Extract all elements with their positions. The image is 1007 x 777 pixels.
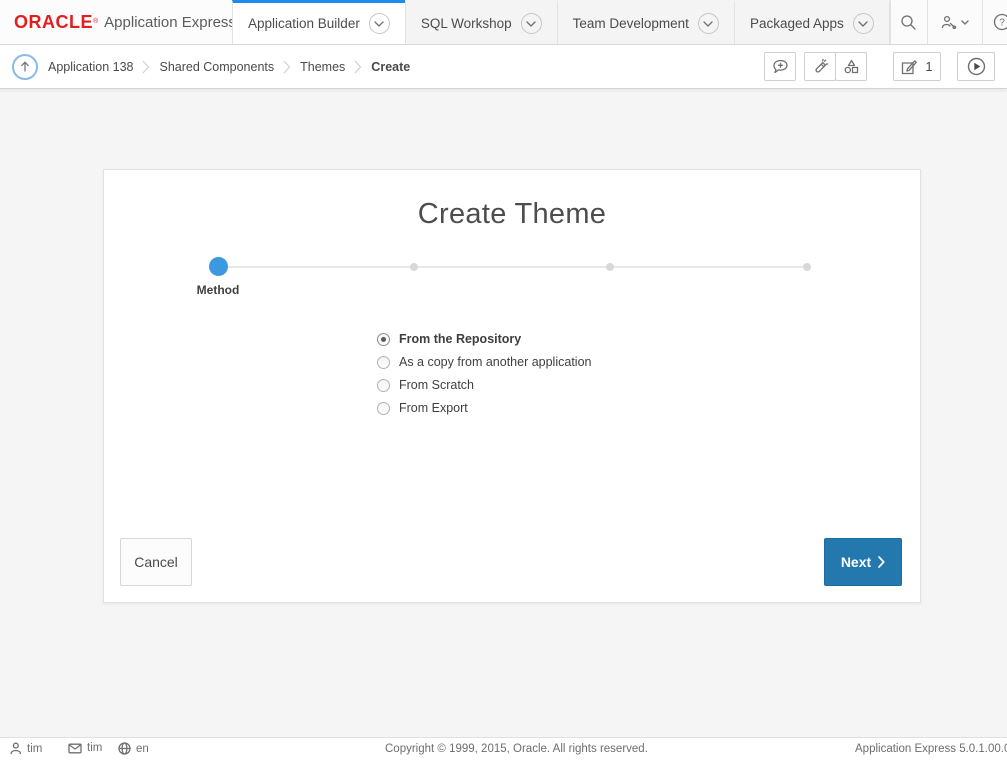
option-copy-from-application[interactable]: As a copy from another application: [377, 355, 591, 369]
main-nav-tabs: Application Builder SQL Workshop Team De…: [232, 0, 890, 44]
create-theme-wizard: Create Theme Method From the Repository …: [103, 169, 921, 603]
wizard-progress-train: [104, 257, 920, 277]
tab-label: SQL Workshop: [421, 16, 512, 31]
step-dot-2: [410, 263, 418, 271]
feedback-bubble-icon: [772, 59, 789, 75]
tab-packaged-apps[interactable]: Packaged Apps: [734, 0, 890, 44]
radio-button[interactable]: [377, 402, 390, 415]
main-content: Create Theme Method From the Repository …: [0, 89, 1007, 751]
step-dot-4: [803, 263, 811, 271]
tab-label: Application Builder: [248, 16, 360, 31]
person-icon: [10, 742, 22, 755]
shared-components-button[interactable]: [835, 52, 867, 81]
next-button-label: Next: [841, 554, 871, 570]
search-icon: [900, 14, 917, 31]
administration-menu-button[interactable]: [927, 0, 982, 44]
breadcrumb-shared-components[interactable]: Shared Components: [159, 60, 274, 74]
breadcrumb-separator-icon: [354, 60, 362, 74]
edit-page-icon: [901, 59, 917, 75]
oracle-apex-logo: ORACLE® Application Express: [0, 0, 232, 44]
chevron-down-icon: [961, 20, 969, 25]
breadcrumb-create: Create: [371, 60, 410, 74]
flashlight-icon: [812, 58, 829, 75]
tab-label: Team Development: [573, 16, 689, 31]
option-from-export[interactable]: From Export: [377, 401, 591, 415]
tab-application-builder[interactable]: Application Builder: [232, 0, 405, 44]
help-icon: ?: [993, 13, 1007, 31]
footer-copyright: Copyright © 1999, 2015, Oracle. All righ…: [385, 743, 648, 755]
footer-bar: tim tim en Copyright © 1999, 2015, Oracl…: [0, 737, 1007, 777]
breadcrumb-separator-icon: [283, 60, 291, 74]
footer-workspace-name: tim: [87, 742, 102, 754]
radio-button[interactable]: [377, 356, 390, 369]
globe-icon: [118, 742, 131, 755]
next-button[interactable]: Next: [824, 538, 902, 586]
breadcrumb-bar: Application 138 Shared Components Themes…: [0, 45, 1007, 89]
tab-team-development[interactable]: Team Development: [557, 0, 734, 44]
breadcrumb: Application 138 Shared Components Themes…: [48, 60, 410, 74]
footer-workspace: tim: [68, 742, 102, 754]
option-from-scratch[interactable]: From Scratch: [377, 378, 591, 392]
page-toolbar: 1: [764, 52, 995, 81]
edit-page-number: 1: [925, 59, 932, 74]
header-bar: ORACLE® Application Express Application …: [0, 0, 1007, 45]
help-menu-button[interactable]: ?: [982, 0, 1007, 44]
user-wrench-icon: [941, 15, 957, 30]
footer-language-code: en: [136, 743, 149, 755]
spotlight-search-button[interactable]: [804, 52, 836, 81]
product-name: Application Express: [104, 14, 236, 31]
chevron-down-icon[interactable]: [853, 13, 874, 34]
feedback-button[interactable]: [764, 52, 796, 81]
radio-button[interactable]: [377, 379, 390, 392]
step-dot-3: [606, 263, 614, 271]
registered-mark: ®: [93, 17, 98, 27]
play-icon: [967, 57, 986, 76]
option-label: From the Repository: [399, 332, 521, 346]
search-button[interactable]: [890, 0, 927, 44]
run-application-button[interactable]: [957, 52, 995, 81]
step-dot-method-active: [209, 257, 228, 276]
current-step-label: Method: [178, 283, 258, 297]
chevron-right-icon: [878, 556, 885, 568]
footer-user: tim: [10, 742, 42, 755]
up-level-button[interactable]: [12, 54, 38, 80]
footer-language: en: [118, 742, 149, 755]
header-actions: ?: [890, 0, 1007, 44]
cancel-button[interactable]: Cancel: [120, 538, 192, 586]
breadcrumb-application[interactable]: Application 138: [48, 60, 133, 74]
breadcrumb-themes[interactable]: Themes: [300, 60, 345, 74]
create-theme-method-options: From the Repository As a copy from anoth…: [377, 332, 591, 424]
edit-page-button[interactable]: 1: [893, 52, 941, 81]
option-from-repository[interactable]: From the Repository: [377, 332, 591, 346]
progress-line: [218, 266, 807, 268]
page-title: Create Theme: [104, 198, 920, 231]
footer-user-name: tim: [27, 743, 42, 755]
tab-sql-workshop[interactable]: SQL Workshop: [405, 0, 557, 44]
envelope-icon: [68, 743, 82, 754]
radio-button-checked[interactable]: [377, 333, 390, 346]
footer-version: Application Express 5.0.1.00.06: [855, 743, 1007, 755]
breadcrumb-separator-icon: [142, 60, 150, 74]
tab-label: Packaged Apps: [750, 16, 844, 31]
chevron-down-icon[interactable]: [698, 13, 719, 34]
oracle-brand: ORACLE: [14, 12, 93, 33]
option-label: From Export: [399, 401, 468, 415]
svg-text:?: ?: [999, 18, 1005, 29]
chevron-down-icon[interactable]: [369, 13, 390, 34]
option-label: From Scratch: [399, 378, 474, 392]
option-label: As a copy from another application: [399, 355, 591, 369]
shapes-icon: [843, 58, 860, 75]
chevron-down-icon[interactable]: [521, 13, 542, 34]
